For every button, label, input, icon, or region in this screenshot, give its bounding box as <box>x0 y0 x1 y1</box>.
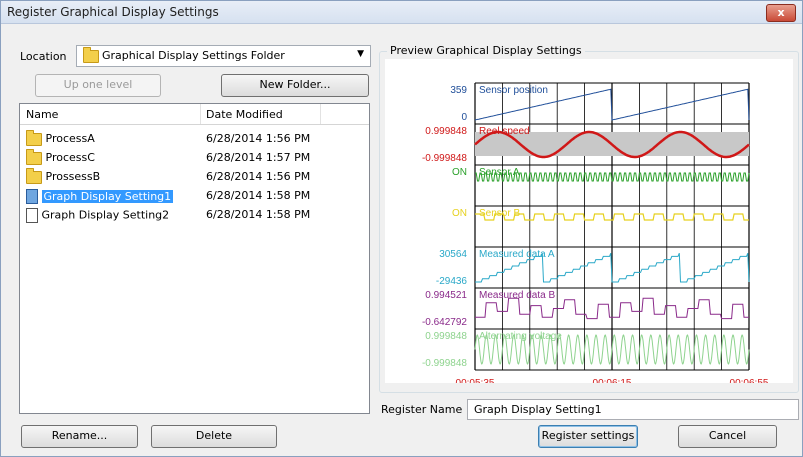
preview-group-label: Preview Graphical Display Settings <box>387 44 585 57</box>
channel-min-label: 0 <box>461 112 467 123</box>
register-name-label: Register Name <box>381 403 463 416</box>
preview-graph: 3590Sensor position0.999848-0.999848Reel… <box>422 82 769 389</box>
time-axis-label: 00:06:15 <box>593 378 632 383</box>
location-label: Location <box>20 50 67 63</box>
new-folder-button[interactable]: New Folder... <box>221 74 369 97</box>
location-combobox[interactable]: Graphical Display Settings Folder ▼ <box>76 45 371 67</box>
title-bar: Register Graphical Display Settings x <box>1 1 802 24</box>
channel-min-label: -29436 <box>436 276 468 287</box>
column-divider[interactable] <box>320 104 321 124</box>
folder-icon <box>26 148 42 165</box>
cancel-button[interactable]: Cancel <box>678 425 777 448</box>
list-item[interactable]: ProcessC 6/28/2014 1:57 PM <box>20 148 369 167</box>
item-name: ProcessC <box>45 151 95 164</box>
up-one-level-button[interactable]: Up one level <box>35 74 161 97</box>
channel-max-label: 0.994521 <box>425 290 467 301</box>
item-date: 6/28/2014 1:58 PM <box>206 189 311 202</box>
rename-button[interactable]: Rename... <box>21 425 138 448</box>
dialog-window: Register Graphical Display Settings x Lo… <box>0 0 803 457</box>
item-name: ProcessA <box>45 132 95 145</box>
list-item[interactable]: ProssessB 6/28/2014 1:56 PM <box>20 167 369 186</box>
channel-name-label: Sensor position <box>479 85 548 96</box>
channel-name-label: Measured data A <box>479 249 555 260</box>
chevron-down-icon[interactable]: ▼ <box>357 49 364 59</box>
channel-min-label: -0.999848 <box>422 153 467 164</box>
register-name-value: Graph Display Setting1 <box>474 403 602 416</box>
register-name-input[interactable]: Graph Display Setting1 <box>467 399 799 420</box>
item-name: Graph Display Setting1 <box>41 189 174 203</box>
list-item-selected[interactable]: Graph Display Setting1 6/28/2014 1:58 PM <box>20 187 369 205</box>
delete-button[interactable]: Delete <box>151 425 277 448</box>
folder-icon <box>83 46 99 63</box>
channel-min-label: -0.642792 <box>422 317 467 328</box>
column-header-date[interactable]: Date Modified <box>206 108 283 121</box>
list-item[interactable]: ProcessA 6/28/2014 1:56 PM <box>20 129 369 148</box>
time-axis-label: 00:06:55 <box>730 378 769 383</box>
window-title: Register Graphical Display Settings <box>7 5 219 19</box>
item-date: 6/28/2014 1:56 PM <box>206 132 311 145</box>
file-icon <box>26 208 38 223</box>
folder-icon <box>26 167 42 184</box>
item-date: 6/28/2014 1:58 PM <box>206 208 311 221</box>
register-settings-button[interactable]: Register settings <box>538 425 638 448</box>
channel-min-label: -0.999848 <box>422 358 467 369</box>
file-list[interactable]: Name Date Modified ProcessA 6/28/2014 1:… <box>19 103 370 414</box>
file-icon <box>26 189 38 204</box>
location-value: Graphical Display Settings Folder <box>102 49 285 62</box>
channel-max-label: 0.999848 <box>425 331 467 342</box>
item-date: 6/28/2014 1:57 PM <box>206 151 311 164</box>
list-header: Name Date Modified <box>20 104 369 125</box>
column-header-name[interactable]: Name <box>26 108 58 121</box>
column-divider[interactable] <box>200 104 201 124</box>
channel-max-label: ON <box>452 167 467 178</box>
list-item[interactable]: Graph Display Setting2 6/28/2014 1:58 PM <box>20 206 369 224</box>
time-axis-label: 00:05:35 <box>456 378 495 383</box>
item-name: Graph Display Setting2 <box>41 208 170 222</box>
item-date: 6/28/2014 1:56 PM <box>206 170 311 183</box>
channel-name-label: Measured data B <box>479 290 555 301</box>
channel-max-label: 359 <box>450 85 467 96</box>
preview-panel: 359 0 Sensor position 0.999848 -0.999848 Reel… <box>385 59 793 389</box>
close-button[interactable]: x <box>766 4 796 22</box>
channel-max-label: 0.999848 <box>425 126 467 137</box>
item-name: ProssessB <box>45 170 101 183</box>
channel-max-label: 30564 <box>439 249 467 260</box>
folder-icon <box>26 129 42 146</box>
channel-max-label: ON <box>452 208 467 219</box>
